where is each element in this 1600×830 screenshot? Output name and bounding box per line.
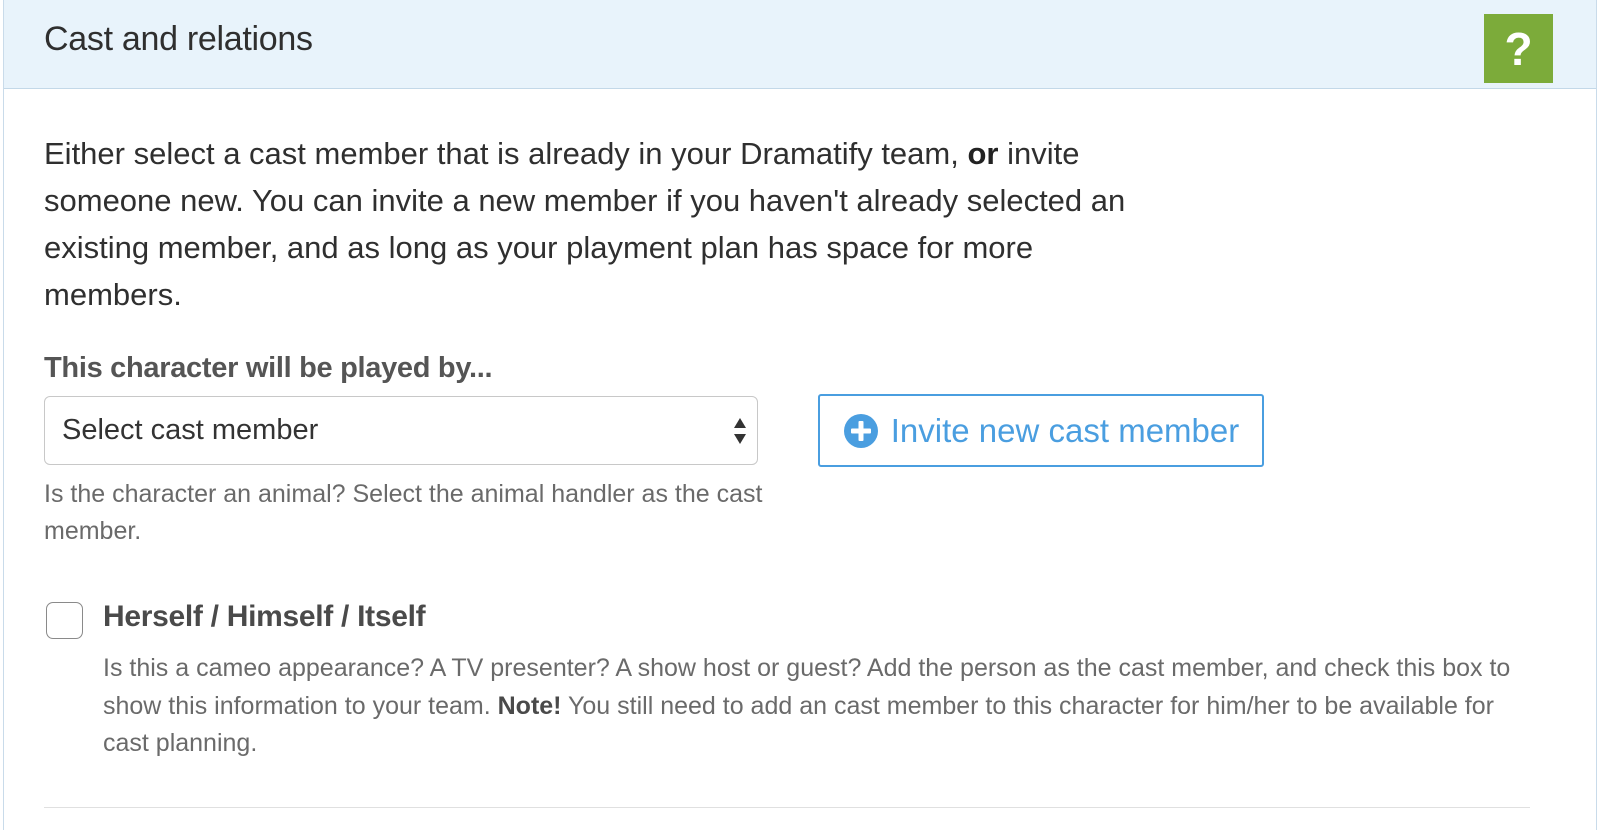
- self-checkbox[interactable]: [46, 602, 83, 639]
- cast-member-select[interactable]: Select cast member: [44, 396, 758, 465]
- cast-field-hint: Is the character an animal? Select the a…: [44, 480, 763, 545]
- section-divider: [44, 807, 1530, 808]
- intro-text: Either select a cast member that is alre…: [44, 130, 1134, 318]
- panel-header: Cast and relations ?: [4, 0, 1596, 89]
- cast-field-label: This character will be played by...: [44, 352, 493, 384]
- select-arrows-icon: [734, 418, 746, 444]
- invite-cast-member-button[interactable]: Invite new cast member: [818, 394, 1264, 467]
- invite-button-label: Invite new cast member: [890, 411, 1240, 449]
- intro-emphasis: or: [967, 136, 999, 171]
- select-value: Select cast member: [62, 414, 319, 446]
- self-help-note: Note!: [497, 691, 562, 720]
- help-button[interactable]: ?: [1484, 14, 1553, 83]
- intro-part1: Either select a cast member that is alre…: [44, 136, 959, 171]
- self-checkbox-help: Is this a cameo appearance? A TV present…: [103, 650, 1543, 763]
- self-checkbox-label[interactable]: Herself / Himself / Itself: [103, 600, 426, 634]
- plus-circle-icon: [843, 413, 878, 448]
- panel-title: Cast and relations: [44, 20, 313, 58]
- cast-relations-panel: Cast and relations ? Either select a cas…: [3, 0, 1597, 830]
